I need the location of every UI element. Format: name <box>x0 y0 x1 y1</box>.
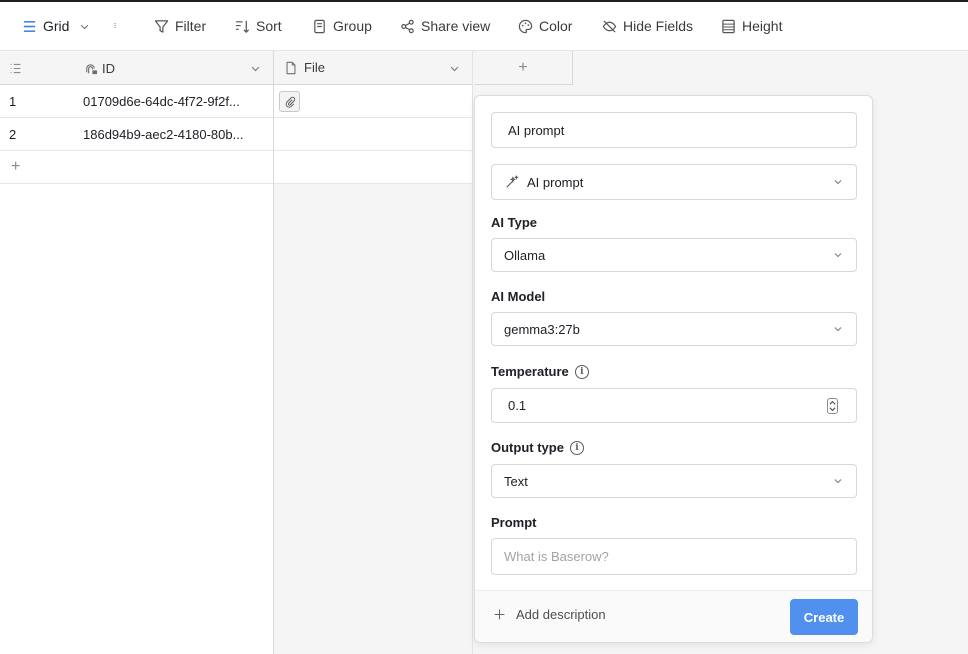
column-header-file-label: File <box>304 60 325 75</box>
output-type-label-text: Output type <box>491 440 564 455</box>
column-header-id[interactable]: ID <box>76 51 273 85</box>
add-description-label: Add description <box>516 607 606 622</box>
sort-icon <box>235 20 250 33</box>
chevron-down-icon[interactable] <box>250 63 261 74</box>
prompt-label-text: Prompt <box>491 515 537 530</box>
ai-type-label: AI Type <box>491 215 537 230</box>
ai-type-label-text: AI Type <box>491 215 537 230</box>
left-header-row: ID <box>0 51 273 85</box>
prompt-input[interactable]: What is Baserow? <box>491 538 857 575</box>
fingerprint-lock-icon <box>86 64 98 75</box>
sort-button[interactable]: Sort <box>235 18 282 34</box>
chevron-down-icon <box>834 327 842 332</box>
view-name: Grid <box>43 18 70 34</box>
group-icon <box>314 19 325 33</box>
ai-model-value: gemma3:27b <box>504 321 580 337</box>
plus-icon: + <box>518 58 528 76</box>
add-column-button[interactable]: + <box>474 51 573 85</box>
output-type-dropdown[interactable]: Text <box>491 464 857 498</box>
prompt-label: Prompt <box>491 515 537 530</box>
temperature-label: Temperature i <box>491 364 589 379</box>
hide-fields-button[interactable]: Hide Fields <box>602 18 693 34</box>
field-type-dropdown[interactable]: AI prompt <box>491 164 857 200</box>
add-description-button[interactable]: Add description <box>493 607 606 622</box>
field-name-input[interactable]: AI prompt <box>491 112 857 148</box>
row-height-icon <box>722 19 735 33</box>
temperature-label-text: Temperature <box>491 364 569 379</box>
row-count-icon <box>10 63 21 74</box>
table-row[interactable]: 1 01709d6e-64dc-4f72-9f2f... <box>0 85 273 118</box>
view-toolbar: Grid Filter Sort Group Share view Color … <box>0 2 968 51</box>
chevron-down-icon <box>834 479 842 484</box>
filter-button[interactable]: Filter <box>154 18 206 34</box>
grid-left-section: ID 1 01709d6e-64dc-4f72-9f2f... 2 186d94… <box>0 51 274 654</box>
create-field-modal: AI prompt AI prompt AI Type Ollama AI Mo… <box>474 95 873 643</box>
create-button[interactable]: Create <box>790 599 858 635</box>
group-button[interactable]: Group <box>312 18 372 34</box>
color-button[interactable]: Color <box>518 18 572 34</box>
column-header-file[interactable]: File <box>274 51 472 85</box>
plus-icon <box>494 609 505 620</box>
add-row-filler <box>274 151 472 184</box>
output-type-label: Output type i <box>491 440 584 455</box>
ai-model-label-text: AI Model <box>491 289 546 304</box>
table-row[interactable] <box>274 85 472 118</box>
color-label: Color <box>539 18 573 34</box>
table-row[interactable]: 2 186d94b9-aec2-4180-80b... <box>0 118 273 151</box>
more-vertical-icon <box>114 23 116 28</box>
id-cell[interactable]: 186d94b9-aec2-4180-80b... <box>83 127 243 142</box>
ai-model-label: AI Model <box>491 289 545 304</box>
ai-type-value: Ollama <box>504 247 546 263</box>
grid-right-section: File <box>274 51 473 654</box>
row-height-button[interactable]: Height <box>721 18 782 34</box>
temperature-value: 0.1 <box>508 398 527 413</box>
output-type-value: Text <box>504 473 528 489</box>
hide-fields-label: Hide Fields <box>623 18 694 34</box>
field-name-value: AI prompt <box>508 122 565 138</box>
magic-wand-icon <box>506 175 519 188</box>
chevron-down-icon[interactable] <box>449 63 460 74</box>
create-label: Create <box>803 609 845 625</box>
table-row[interactable] <box>274 118 472 151</box>
add-row-icon: + <box>11 158 21 175</box>
chevron-down-icon <box>834 253 842 258</box>
filter-icon <box>154 19 169 33</box>
prompt-placeholder: What is Baserow? <box>504 549 609 564</box>
stepper-arrows-icon <box>829 400 836 412</box>
modal-footer: Add description Create <box>475 590 872 642</box>
view-switcher[interactable]: Grid <box>22 18 90 34</box>
palette-icon <box>518 19 533 33</box>
ai-type-dropdown[interactable]: Ollama <box>491 238 857 272</box>
field-type-value: AI prompt <box>527 174 584 190</box>
id-cell[interactable]: 01709d6e-64dc-4f72-9f2f... <box>83 94 240 109</box>
add-file-button[interactable] <box>279 91 300 112</box>
height-label: Height <box>742 18 783 34</box>
view-context-menu-button[interactable] <box>112 18 118 33</box>
share-view-button[interactable]: Share view <box>400 18 490 34</box>
sort-label: Sort <box>256 18 282 34</box>
row-number: 1 <box>9 93 17 109</box>
share-view-label: Share view <box>421 18 491 34</box>
grid-view-icon <box>23 20 36 32</box>
chevron-down-icon <box>834 180 842 185</box>
paperclip-icon <box>285 96 295 108</box>
file-icon <box>286 61 296 75</box>
eye-off-icon <box>602 19 617 33</box>
filter-label: Filter <box>175 18 207 34</box>
share-icon <box>401 19 414 33</box>
info-icon[interactable]: i <box>574 364 589 379</box>
ai-model-dropdown[interactable]: gemma3:27b <box>491 312 857 346</box>
column-header-id-label: ID <box>102 60 115 76</box>
row-number: 2 <box>9 126 17 142</box>
add-row-button[interactable]: + <box>0 151 273 184</box>
info-icon[interactable]: i <box>569 440 584 455</box>
group-label: Group <box>333 18 372 34</box>
chevron-down-icon <box>81 24 89 29</box>
number-stepper[interactable] <box>827 398 838 414</box>
temperature-input[interactable]: 0.1 <box>491 388 857 423</box>
